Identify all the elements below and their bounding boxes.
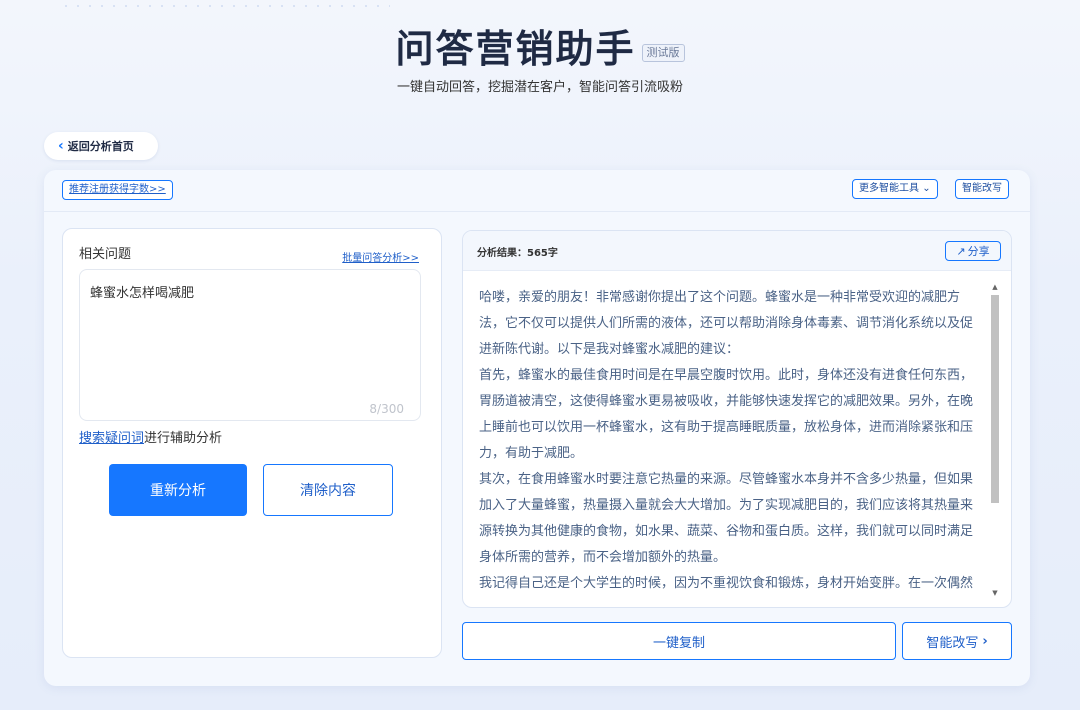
smart-rewrite-label: 智能改写 (926, 635, 979, 651)
reanalyze-button[interactable]: 重新分析 (109, 464, 247, 516)
result-paragraph: 首先，蜂蜜水的最佳食用时间是在早晨空腹时饮用。此时，身体还没有进食任何东西，胃肠… (479, 368, 974, 461)
assist-suffix: 进行辅助分析 (144, 431, 223, 446)
share-label: 分享 (967, 245, 990, 258)
more-tools-dropdown[interactable]: 更多智能工具 ⌄ (852, 179, 938, 199)
result-header: 分析结果：565字 ↗ 分享 (463, 231, 1011, 271)
page-subtitle: 一键自动回答，挖掘潜在客户，智能问答引流吸粉 (396, 80, 683, 95)
search-keywords-link[interactable]: 搜索疑问词 (79, 431, 144, 446)
card-toolbar: 推荐注册获得字数>> 更多智能工具 ⌄ 智能改写 (44, 170, 1030, 212)
question-input-value: 蜂蜜水怎样喝减肥 (90, 286, 195, 301)
batch-analysis-link[interactable]: 批量问答分析>> (342, 249, 419, 264)
chevron-right-icon: › (982, 633, 988, 649)
result-scrollbar[interactable]: ▲ ▼ (989, 281, 1001, 599)
back-label: 返回分析首页 (67, 140, 134, 153)
scroll-up-arrow-icon[interactable]: ▲ (989, 283, 1001, 291)
more-tools-label: 更多智能工具 (859, 183, 919, 194)
share-button[interactable]: ↗ 分享 (945, 241, 1001, 261)
share-icon: ↗ (956, 244, 966, 258)
smart-rewrite-top-button[interactable]: 智能改写 (955, 179, 1009, 199)
beta-badge: 测试版 (641, 43, 685, 62)
page-title-block: 问答营销助手 测试版 (0, 18, 1080, 73)
result-text: 哈喽，亲爱的朋友！非常感谢你提出了这个问题。蜂蜜水是一种非常受欢迎的减肥方法，它… (479, 285, 979, 597)
page-title: 问答营销助手 (395, 27, 636, 71)
result-paragraph: 我记得自己还是个大学生的时候，因为不重视饮食和锻炼，身材开始变胖。在一次偶然的机… (479, 576, 974, 591)
question-textarea[interactable]: 蜂蜜水怎样喝减肥 8/300 (79, 269, 421, 421)
result-panel: 分析结果：565字 ↗ 分享 哈喽，亲爱的朋友！非常感谢你提出了这个问题。蜂蜜水… (462, 230, 1012, 608)
decorative-dots (60, 0, 390, 10)
char-counter: 8/300 (369, 402, 404, 416)
scroll-down-arrow-icon[interactable]: ▼ (989, 589, 1001, 597)
chevron-left-icon: ‹ (58, 138, 64, 154)
result-word-count: 分析结果：565字 (477, 248, 558, 259)
scrollbar-thumb[interactable] (991, 295, 999, 503)
register-bonus-button[interactable]: 推荐注册获得字数>> (62, 180, 173, 200)
question-panel: 相关问题 批量问答分析>> 蜂蜜水怎样喝减肥 8/300 搜索疑问词进行辅助分析… (62, 228, 442, 658)
smart-rewrite-button[interactable]: 智能改写 › (902, 622, 1012, 660)
clear-content-button[interactable]: 清除内容 (263, 464, 393, 516)
result-paragraph: 哈喽，亲爱的朋友！非常感谢你提出了这个问题。蜂蜜水是一种非常受欢迎的减肥方法，它… (479, 290, 974, 357)
back-to-home-button[interactable]: ‹ 返回分析首页 (44, 132, 158, 160)
chevron-down-icon: ⌄ (922, 183, 931, 194)
result-paragraph: 其次，在食用蜂蜜水时要注意它热量的来源。尽管蜂蜜水本身并不含多少热量，但如果加入… (479, 472, 974, 565)
question-label: 相关问题 (79, 247, 132, 262)
main-card: 推荐注册获得字数>> 更多智能工具 ⌄ 智能改写 相关问题 批量问答分析>> 蜂… (44, 170, 1030, 686)
copy-all-button[interactable]: 一键复制 (462, 622, 896, 660)
assist-hint: 搜索疑问词进行辅助分析 (79, 427, 222, 446)
